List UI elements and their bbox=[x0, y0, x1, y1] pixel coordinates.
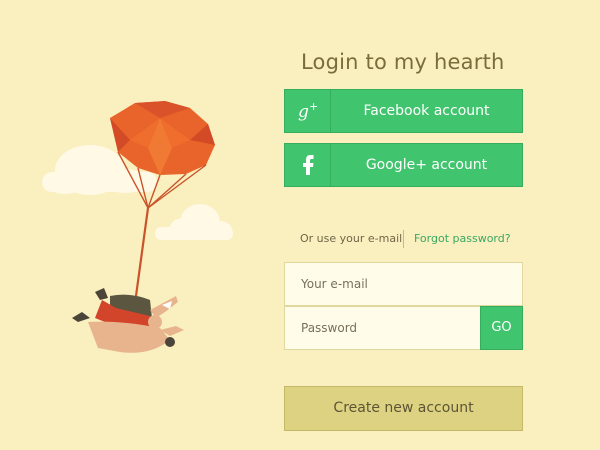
google-plus-icon: g + bbox=[285, 90, 331, 132]
facebook-account-label: Facebook account bbox=[363, 103, 490, 119]
go-button[interactable]: GO bbox=[480, 306, 523, 350]
svg-text:g: g bbox=[298, 102, 309, 122]
google-plus-account-button[interactable]: Google+ account bbox=[284, 143, 523, 187]
password-field[interactable] bbox=[284, 306, 481, 350]
create-account-button[interactable]: Create new account bbox=[284, 386, 523, 431]
login-panel: Login to my hearth g + Facebook account … bbox=[0, 0, 600, 450]
forgot-password-link[interactable]: Forgot password? bbox=[414, 232, 511, 245]
facebook-account-button[interactable]: g + Facebook account bbox=[284, 89, 523, 133]
divider bbox=[403, 230, 404, 248]
facebook-icon bbox=[285, 144, 331, 186]
login-title: Login to my hearth bbox=[301, 50, 505, 74]
email-option-text: Or use your e-mail bbox=[300, 232, 403, 245]
svg-text:+: + bbox=[309, 100, 318, 113]
email-field[interactable] bbox=[284, 262, 523, 306]
google-plus-account-label: Google+ account bbox=[365, 157, 488, 173]
